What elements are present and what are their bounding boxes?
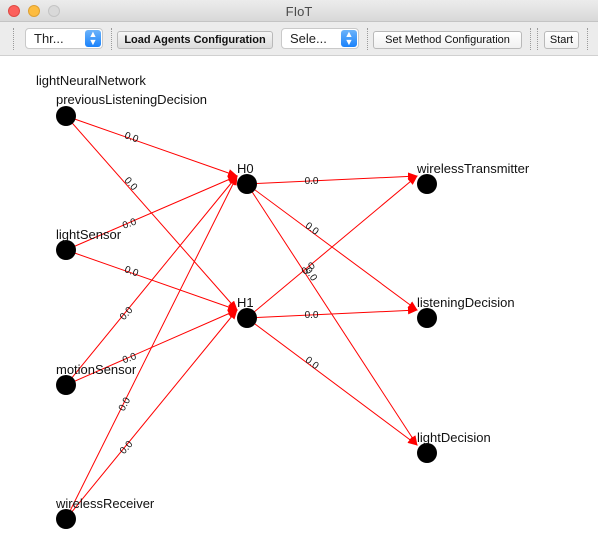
title-bar: FIoT — [0, 0, 598, 22]
edge-h1-to-light-decision — [246, 317, 418, 446]
input-node-previous-listening-decision[interactable] — [56, 106, 76, 126]
weight-label-h0-to-wireless-transmitter: 0.0 — [305, 176, 319, 187]
load-agents-configuration-button[interactable]: Load Agents Configuration — [117, 31, 273, 49]
input-node-label-previous-listening-decision: previousListeningDecision — [56, 92, 207, 107]
weight-label-h0-to-listening-decision: 0.0 — [303, 220, 321, 237]
toolbar-separator — [367, 28, 368, 50]
weight-label-light-sensor-to-h1: 0.0 — [123, 264, 140, 279]
up-down-arrow-icon: ▲ ▼ — [85, 30, 101, 47]
output-node-label-light-decision: lightDecision — [417, 430, 491, 445]
toolbar-separator — [13, 28, 14, 50]
output-node-label-listening-decision: listeningDecision — [417, 295, 515, 310]
weight-label-previous-listening-decision-to-h0: 0.0 — [123, 130, 140, 145]
output-node-light-decision[interactable] — [417, 443, 437, 463]
toolbar: Thr... ▲ ▼ Load Agents Configuration Sele… — [0, 22, 598, 56]
set-method-configuration-button[interactable]: Set Method Configuration — [373, 31, 522, 49]
output-node-listening-decision[interactable] — [417, 308, 437, 328]
output-node-wireless-transmitter[interactable] — [417, 174, 437, 194]
weight-label-h1-to-listening-decision: 0.0 — [305, 310, 319, 321]
input-node-motion-sensor[interactable] — [56, 375, 76, 395]
edge-h1-to-listening-decision — [246, 306, 418, 319]
weight-label-previous-listening-decision-to-h1: 0.0 — [122, 175, 140, 193]
start-button[interactable]: Start — [544, 31, 579, 49]
hidden-node-label-h0: H0 — [237, 161, 254, 176]
toolbar-separator — [111, 28, 112, 50]
edge-wireless-receiver-to-h1 — [65, 309, 238, 520]
toolbar-separator — [587, 28, 588, 50]
weights-layer: 0.00.00.00.00.00.00.00.00.00.00.00.00.00… — [117, 130, 321, 456]
input-node-label-wireless-receiver: wirelessReceiver — [55, 496, 155, 511]
weight-label-wireless-receiver-to-h1: 0.0 — [118, 439, 136, 457]
edge-h0-to-wireless-transmitter — [246, 172, 418, 185]
network-name-label: lightNeuralNetwork — [36, 73, 146, 88]
edge-h1-to-wireless-transmitter — [246, 175, 418, 319]
combo-box-2[interactable]: Sele... ▲ ▼ — [281, 28, 359, 49]
weight-label-h1-to-light-decision: 0.0 — [303, 355, 321, 372]
output-node-label-wireless-transmitter: wirelessTransmitter — [416, 161, 530, 176]
combo-box-2-value: Sele... — [290, 31, 327, 46]
toolbar-separator — [537, 28, 538, 50]
weight-label-motion-sensor-to-h0: 0.0 — [118, 305, 136, 323]
weight-label-light-sensor-to-h0: 0.0 — [121, 216, 138, 231]
network-canvas: lightNeuralNetwork 0.0 0.0 0.0 0.0 0.0 0.0 0.0… — [36, 73, 530, 529]
hidden-node-label-h1: H1 — [237, 295, 254, 310]
input-node-light-sensor[interactable] — [56, 240, 76, 260]
hidden-node-h0[interactable] — [237, 174, 257, 194]
input-node-label-light-sensor: lightSensor — [56, 227, 122, 242]
input-node-wireless-receiver[interactable] — [56, 509, 76, 529]
window-title: FIoT — [285, 4, 313, 19]
input-node-label-motion-sensor: motionSensor — [56, 362, 137, 377]
combo-box-1-value: Thr... — [34, 31, 64, 46]
up-down-arrow-icon: ▲ ▼ — [341, 30, 357, 47]
weight-label-wireless-receiver-to-h0: 0.0 — [117, 395, 133, 413]
edge-previous-listening-decision-to-h0 — [65, 115, 238, 177]
hidden-node-h1[interactable] — [237, 308, 257, 328]
toolbar-separator — [530, 28, 531, 50]
combo-box-1[interactable]: Thr... ▲ ▼ — [25, 28, 103, 49]
